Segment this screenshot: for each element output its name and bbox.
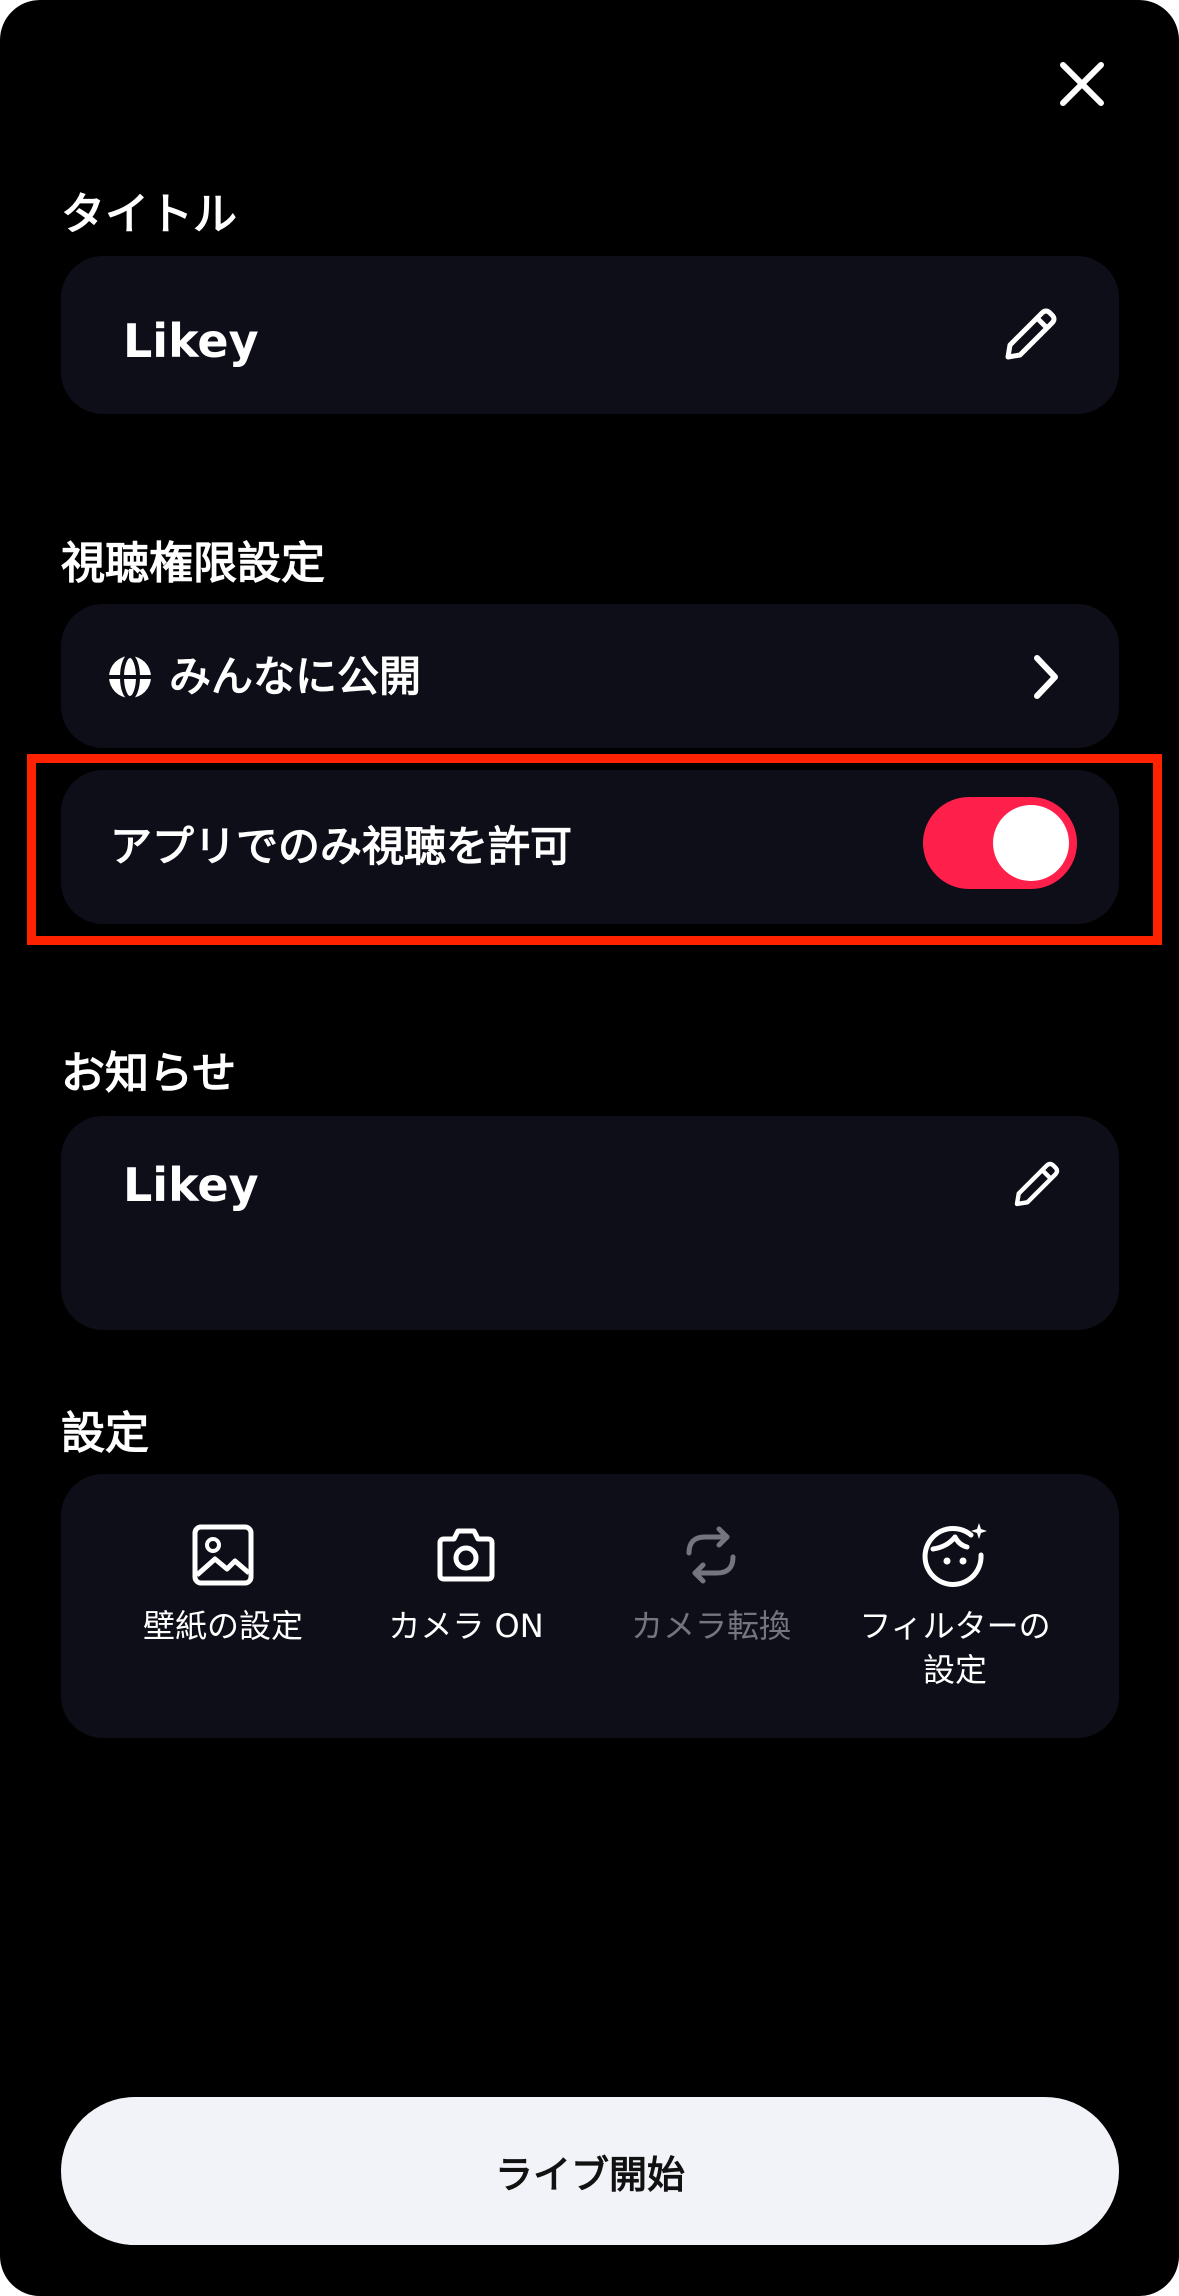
pencil-icon[interactable]	[999, 302, 1063, 366]
filter-settings-label: フィルターの 設定	[859, 1607, 1051, 1689]
live-setup-sheet: タイトル Likey 視聴権限設定 みんなに公開 アプリでのみ視聴を許可 お知ら…	[0, 0, 1179, 2296]
notice-field[interactable]: Likey	[61, 1116, 1119, 1330]
chevron-right-icon	[1021, 652, 1071, 702]
permission-value: みんなに公開	[169, 652, 422, 701]
toggle-knob	[993, 805, 1069, 881]
notice-section-label: お知らせ	[61, 1048, 237, 1099]
title-value: Likey	[123, 314, 259, 368]
globe-icon	[107, 654, 153, 700]
settings-section-label: 設定	[61, 1408, 149, 1459]
camera-switch-label: カメラ転換	[630, 1607, 791, 1645]
title-field[interactable]: Likey	[61, 256, 1119, 414]
camera-switch-button[interactable]: カメラ転換	[591, 1520, 831, 1648]
start-live-button[interactable]: ライブ開始	[61, 2097, 1119, 2245]
close-icon	[1060, 62, 1104, 106]
camera-icon	[431, 1520, 501, 1590]
notice-value: Likey	[123, 1158, 259, 1212]
image-icon	[188, 1520, 258, 1590]
app-only-viewing-label: アプリでのみ視聴を許可	[110, 822, 573, 871]
permission-section-label: 視聴権限設定	[61, 538, 325, 589]
face-sparkle-icon	[920, 1520, 990, 1590]
close-button[interactable]	[1050, 52, 1114, 116]
wallpaper-settings-button[interactable]: 壁紙の設定	[103, 1520, 343, 1648]
title-section-label: タイトル	[61, 189, 237, 240]
camera-on-button[interactable]: カメラ ON	[346, 1520, 586, 1648]
pencil-icon[interactable]	[1009, 1156, 1065, 1212]
filter-settings-button[interactable]: フィルターの 設定	[835, 1520, 1075, 1692]
wallpaper-settings-label: 壁紙の設定	[142, 1607, 303, 1645]
camera-switch-icon	[676, 1520, 746, 1590]
permission-selector[interactable]: みんなに公開	[61, 604, 1119, 748]
camera-on-label: カメラ ON	[388, 1607, 544, 1645]
app-only-viewing-toggle[interactable]	[923, 797, 1077, 889]
